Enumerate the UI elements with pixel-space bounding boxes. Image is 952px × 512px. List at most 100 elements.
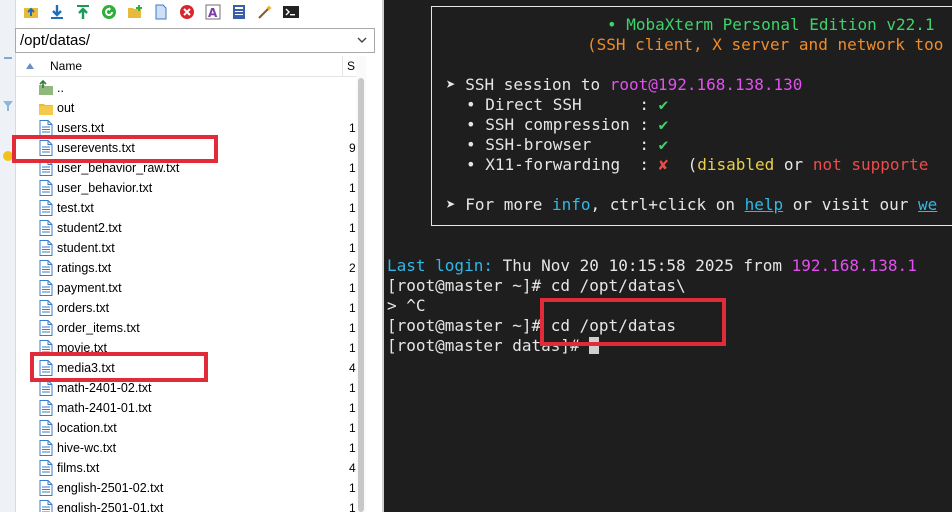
- file-row[interactable]: student2.txt 1: [16, 218, 356, 238]
- folder-icon: [39, 104, 53, 115]
- terminal-prompt-line[interactable]: [root@master datas]#: [387, 336, 600, 356]
- bulb-icon[interactable]: [2, 150, 14, 162]
- file-size: 1: [349, 121, 356, 135]
- text-file-icon: [39, 220, 53, 236]
- refresh-icon[interactable]: [100, 3, 118, 21]
- column-header-name[interactable]: Name: [50, 59, 82, 73]
- terminal-icon[interactable]: [282, 3, 300, 21]
- file-size: 1: [349, 241, 356, 255]
- check-icon: ✔: [658, 115, 669, 134]
- file-row[interactable]: english-2501-02.txt 1: [16, 478, 356, 498]
- file-row[interactable]: hive-wc.txt 1: [16, 438, 356, 458]
- filter-icon[interactable]: [2, 100, 14, 112]
- file-row[interactable]: user_behavior.txt 1: [16, 178, 356, 198]
- rename-icon[interactable]: A: [204, 3, 222, 21]
- new-file-icon[interactable]: [152, 3, 170, 21]
- upload-folder-icon[interactable]: [22, 3, 40, 21]
- file-row[interactable]: english-2501-01.txt 1: [16, 498, 356, 512]
- file-row[interactable]: user_behavior_raw.txt 1: [16, 158, 356, 178]
- terminal-cursor: [589, 337, 600, 354]
- file-row[interactable]: media3.txt 4: [16, 358, 356, 378]
- file-size: 4: [349, 461, 356, 475]
- more-prefix: ➤ For more: [446, 195, 552, 214]
- x11-disabled-text: disabled: [697, 155, 775, 174]
- text-file-icon: [39, 340, 53, 356]
- banner-subtitle: (SSH client, X server and network too: [587, 35, 944, 54]
- remote-path-text: /opt/datas/: [20, 32, 91, 49]
- file-row[interactable]: math-2401-01.txt 1: [16, 398, 356, 418]
- new-folder-icon[interactable]: [126, 3, 144, 21]
- svg-text:A: A: [208, 6, 218, 20]
- file-name: ..: [57, 81, 64, 95]
- star-icon[interactable]: [2, 52, 14, 64]
- file-row[interactable]: student.txt 1: [16, 238, 356, 258]
- file-list-header: Name S: [16, 56, 356, 77]
- terminal-line-3: [root@master ~]# cd /opt/datas: [387, 316, 676, 335]
- file-row[interactable]: math-2401-02.txt 1: [16, 378, 356, 398]
- magic-wand-icon[interactable]: [256, 3, 274, 21]
- file-list: .. out users.txt 1 userevents.txt 9 user_behav…: [16, 78, 356, 512]
- cross-icon: ✘: [658, 155, 669, 174]
- file-size: 1: [349, 201, 356, 215]
- text-file-icon: [39, 400, 53, 416]
- file-row[interactable]: userevents.txt 9: [16, 138, 356, 158]
- remote-path-combobox[interactable]: /opt/datas/: [15, 28, 375, 53]
- column-divider[interactable]: [342, 56, 343, 77]
- file-name: orders.txt: [57, 301, 110, 315]
- x11-not-supported-text: not supporte: [812, 155, 929, 174]
- file-row[interactable]: payment.txt 1: [16, 278, 356, 298]
- sort-ascending-icon[interactable]: [26, 63, 34, 69]
- file-size: 1: [349, 321, 356, 335]
- column-header-size[interactable]: S: [347, 59, 355, 73]
- file-list-scrollbar[interactable]: [356, 56, 366, 512]
- x11-or-text: or: [774, 155, 813, 174]
- scrollbar-thumb[interactable]: [358, 78, 364, 512]
- upload-icon[interactable]: [74, 3, 92, 21]
- chevron-down-icon[interactable]: [356, 34, 368, 46]
- text-editor-icon[interactable]: [230, 3, 248, 21]
- welcome-banner: • MobaXterm Personal Edition v22.1 (SSH …: [431, 6, 952, 226]
- file-row[interactable]: location.txt 1: [16, 418, 356, 438]
- file-size: 4: [349, 361, 356, 375]
- file-name: student.txt: [57, 241, 115, 255]
- parent-dir-row[interactable]: ..: [16, 78, 356, 98]
- feature-ssh-browser: • SSH-browser : ✔: [466, 135, 668, 155]
- file-row[interactable]: films.txt 4: [16, 458, 356, 478]
- file-name: english-2501-02.txt: [57, 481, 164, 495]
- sftp-browser-panel: A /opt/datas/ Name S .. out users.txt 1 user…: [0, 0, 382, 512]
- text-file-icon: [39, 500, 53, 512]
- file-row[interactable]: users.txt 1: [16, 118, 356, 138]
- session-host: root@192.168.138.130: [609, 75, 803, 94]
- file-size: 2: [349, 261, 356, 275]
- file-name: payment.txt: [57, 281, 122, 295]
- website-link[interactable]: we: [918, 195, 937, 214]
- delete-icon[interactable]: [178, 3, 196, 21]
- more-suffix: or visit our: [783, 195, 919, 214]
- feature-label: • SSH compression :: [466, 115, 650, 134]
- help-link[interactable]: help: [745, 195, 784, 214]
- file-name: media3.txt: [57, 361, 115, 375]
- check-icon: ✔: [658, 135, 669, 154]
- file-row[interactable]: orders.txt 1: [16, 298, 356, 318]
- download-icon[interactable]: [48, 3, 66, 21]
- file-row[interactable]: movie.txt 1: [16, 338, 356, 358]
- ssh-session-line: ➤ SSH session to root@192.168.138.130: [446, 75, 802, 95]
- text-file-icon: [39, 440, 53, 456]
- file-name: ratings.txt: [57, 261, 112, 275]
- file-size: 1: [349, 161, 356, 175]
- file-size: 1: [349, 401, 356, 415]
- file-row[interactable]: ratings.txt 2: [16, 258, 356, 278]
- file-size: 1: [349, 341, 356, 355]
- file-name: math-2401-02.txt: [57, 381, 152, 395]
- file-name: out: [57, 101, 75, 115]
- file-name: order_items.txt: [57, 321, 140, 335]
- file-row[interactable]: test.txt 1: [16, 198, 356, 218]
- file-size: 1: [349, 221, 356, 235]
- folder-row[interactable]: out: [16, 98, 356, 118]
- info-link[interactable]: info: [552, 195, 591, 214]
- text-file-icon: [39, 140, 53, 156]
- x11-open-paren: (: [687, 155, 698, 174]
- text-file-icon: [39, 120, 53, 136]
- terminal-window[interactable]: • MobaXterm Personal Edition v22.1 (SSH …: [384, 0, 952, 512]
- file-row[interactable]: order_items.txt 1: [16, 318, 356, 338]
